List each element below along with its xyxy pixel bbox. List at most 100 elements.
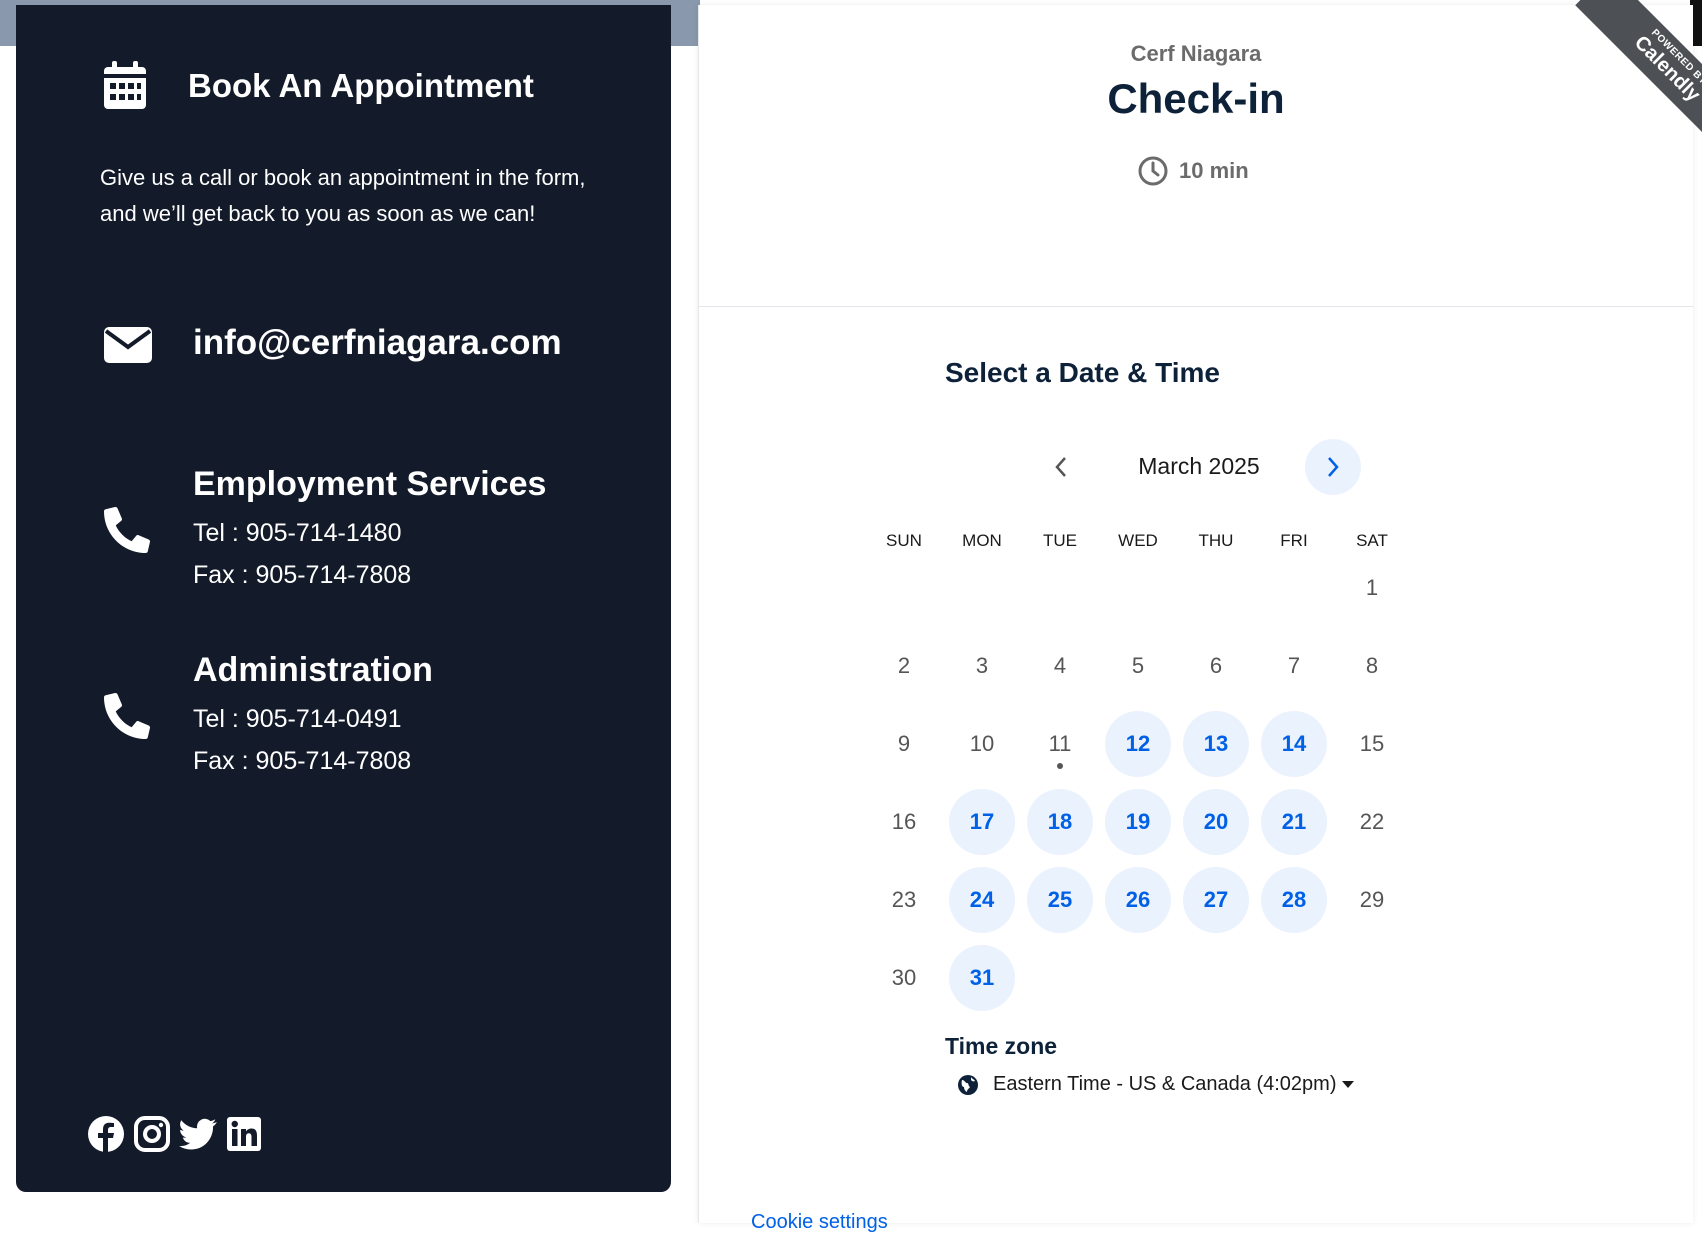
next-month-button[interactable] [1305, 439, 1361, 495]
calendar-day: 4 [1027, 633, 1093, 699]
timezone-label: Time zone [945, 1033, 1058, 1059]
day-number: 24 [969, 887, 995, 912]
calendar-day-available[interactable]: 12 [1105, 711, 1171, 777]
day-number: 9 [897, 731, 911, 756]
contact-email-link[interactable]: info@cerfniagara.com [193, 323, 562, 363]
day-number: 7 [1287, 653, 1301, 678]
calendar-day: 16 [871, 789, 937, 855]
day-number: 1 [1365, 575, 1379, 600]
employment-tel: Tel : 905-714-1480 [193, 519, 402, 547]
day-number: 29 [1359, 887, 1385, 912]
calendar-day-available[interactable]: 24 [949, 867, 1015, 933]
day-number: 28 [1281, 887, 1307, 912]
book-appointment-title: Book An Appointment [188, 67, 534, 104]
day-number: 23 [891, 887, 917, 912]
calendar-day-available[interactable]: 14 [1261, 711, 1327, 777]
calendar-day-available[interactable]: 21 [1261, 789, 1327, 855]
day-number: 17 [969, 809, 995, 834]
day-number: 25 [1047, 887, 1073, 912]
calendar-day-available[interactable]: 27 [1183, 867, 1249, 933]
facebook-icon[interactable] [87, 1115, 125, 1153]
employment-fax: Fax : 905-714-7808 [193, 561, 412, 589]
calendar-day-available[interactable]: 13 [1183, 711, 1249, 777]
event-duration: 10 min [1137, 155, 1249, 187]
day-number: 6 [1209, 653, 1223, 678]
calendar-day: 10 [949, 711, 1015, 777]
today-indicator [1057, 763, 1063, 769]
phone-icon [104, 693, 150, 739]
calendar-day: 5 [1105, 633, 1171, 699]
day-number: 27 [1203, 887, 1229, 912]
current-month: March 2025 [1138, 453, 1260, 479]
calendar-day-available[interactable]: 25 [1027, 867, 1093, 933]
day-number: 11 [1048, 731, 1072, 756]
calendar-day-available[interactable]: 20 [1183, 789, 1249, 855]
caret-down-icon [1342, 1080, 1355, 1088]
weekday-header: THU [1198, 531, 1234, 550]
linkedin-icon[interactable] [225, 1115, 263, 1153]
day-number: 30 [891, 965, 917, 990]
calendar-day: 3 [949, 633, 1015, 699]
day-number: 4 [1053, 653, 1067, 678]
day-number: 10 [969, 731, 995, 756]
envelope-icon [104, 327, 152, 363]
day-number: 5 [1131, 653, 1145, 678]
calendar-day-available[interactable]: 18 [1027, 789, 1093, 855]
timezone-select[interactable]: Eastern Time - US & Canada (4:02pm) [957, 1073, 1355, 1096]
scheduler-panel: Cerf Niagara Check-in 10 min Select a Da… [698, 5, 1693, 1233]
clock-icon [1138, 156, 1168, 186]
twitter-icon[interactable] [179, 1115, 217, 1153]
day-number: 14 [1281, 731, 1307, 756]
calendar-day-available[interactable]: 28 [1261, 867, 1327, 933]
calendar-day-available[interactable]: 31 [949, 945, 1015, 1011]
calendar-day: 30 [871, 945, 937, 1011]
day-number: 18 [1047, 809, 1073, 834]
calendar-day: 22 [1339, 789, 1405, 855]
calendar-day-available[interactable]: 17 [949, 789, 1015, 855]
day-number: 13 [1203, 731, 1229, 756]
calendar-day: 2 [871, 633, 937, 699]
day-number: 16 [891, 809, 917, 834]
contact-panel: Book An Appointment Give us a call or bo… [16, 5, 671, 1192]
weekday-header: SAT [1356, 531, 1388, 550]
weekday-header: TUE [1043, 531, 1077, 550]
calendar-day: 29 [1339, 867, 1405, 933]
administration-title: Administration [193, 651, 433, 689]
day-number: 2 [897, 653, 911, 678]
chevron-left-icon [1055, 457, 1066, 477]
calendar-day-available[interactable]: 26 [1105, 867, 1171, 933]
weekday-header: MON [962, 531, 1002, 550]
globe-icon [958, 1074, 978, 1095]
weekday-header: WED [1118, 531, 1158, 550]
calendar-day: 1 [1339, 555, 1405, 621]
day-number: 26 [1125, 887, 1151, 912]
day-number: 21 [1281, 809, 1307, 834]
day-number: 19 [1125, 809, 1151, 834]
day-number: 15 [1359, 731, 1385, 756]
instagram-icon[interactable] [133, 1115, 171, 1153]
previous-month-button[interactable] [1039, 445, 1083, 489]
header-divider [699, 306, 1693, 307]
calendar-icon [104, 61, 146, 109]
day-number: 31 [969, 965, 995, 990]
weekday-header: SUN [886, 531, 922, 550]
calendar-day: 7 [1261, 633, 1327, 699]
calendar-day: 23 [871, 867, 937, 933]
day-number: 20 [1203, 809, 1229, 834]
phone-icon [104, 507, 150, 553]
powered-by-calendly-ribbon[interactable]: POWERED BY Calendly [1540, 0, 1702, 150]
chevron-right-icon [1328, 457, 1339, 477]
calendar-day: 8 [1339, 633, 1405, 699]
calendar-day: 9 [871, 711, 937, 777]
timezone-value: Eastern Time - US & Canada (4:02pm) [993, 1073, 1337, 1095]
book-description: Give us a call or book an appointment in… [100, 165, 586, 226]
calendar-day-available[interactable]: 19 [1105, 789, 1171, 855]
day-number: 12 [1125, 731, 1151, 756]
select-date-title: Select a Date & Time [945, 357, 1220, 388]
day-number: 22 [1359, 809, 1385, 834]
duration-text: 10 min [1179, 158, 1249, 183]
administration-fax: Fax : 905-714-7808 [193, 747, 412, 775]
administration-tel: Tel : 905-714-0491 [193, 705, 402, 733]
day-number: 3 [975, 653, 989, 678]
calendar-day: 6 [1183, 633, 1249, 699]
